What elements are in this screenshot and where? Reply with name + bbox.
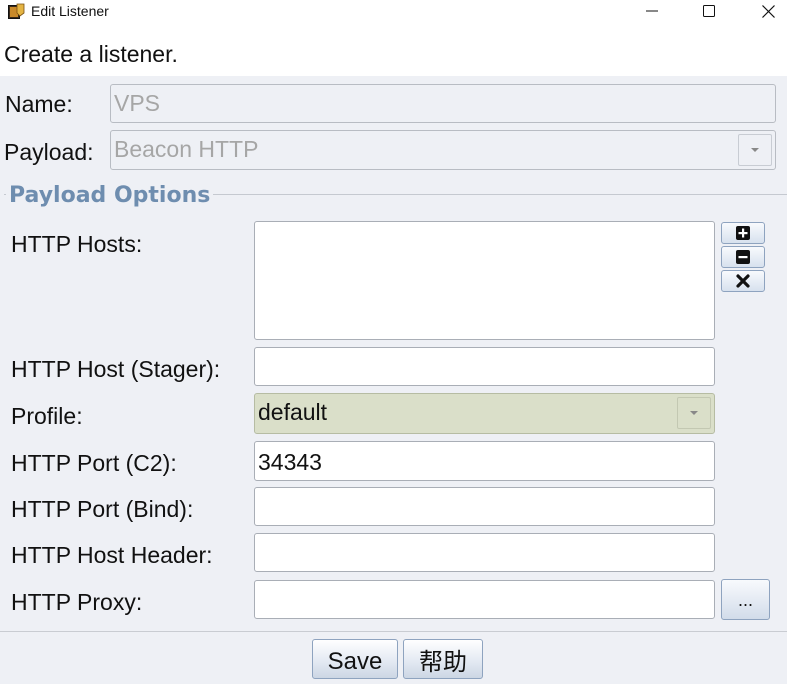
dialog-description: Create a listener. [4,41,178,67]
http-host-stager-field[interactable] [254,347,715,386]
plus-icon [736,226,750,240]
chevron-down-icon [751,148,759,152]
save-button[interactable]: Save [312,639,398,679]
profile-select-value: default [258,399,328,425]
http-host-stager-label: HTTP Host (Stager): [11,356,221,382]
listener-app-icon [8,3,25,20]
http-proxy-label: HTTP Proxy: [11,589,143,615]
x-icon [736,274,750,288]
name-field[interactable]: VPS [110,84,776,123]
close-icon [761,4,775,18]
payload-label: Payload: [4,139,94,165]
close-button[interactable] [738,0,787,22]
footer-divider [0,631,787,632]
http-host-header-field[interactable] [254,533,715,572]
clear-hosts-button[interactable] [721,270,765,292]
http-port-c2-label: HTTP Port (C2): [11,450,177,476]
minimize-button[interactable] [622,0,682,22]
name-label: Name: [5,91,73,117]
minus-icon [736,250,750,264]
profile-dropdown-button[interactable] [677,397,711,429]
http-host-header-label: HTTP Host Header: [11,542,213,568]
proxy-browse-button[interactable]: ... [721,579,770,620]
window-title: Edit Listener [31,3,109,19]
http-port-bind-field[interactable] [254,487,715,526]
profile-select[interactable]: default [254,393,715,434]
payload-dropdown-button[interactable] [738,134,772,166]
http-hosts-label: HTTP Hosts: [11,231,143,257]
profile-label: Profile: [11,403,83,429]
maximize-button[interactable] [679,0,739,22]
payload-select[interactable]: Beacon HTTP [110,130,776,170]
remove-host-button[interactable] [721,246,765,268]
http-proxy-field[interactable] [254,580,715,619]
http-port-c2-field[interactable]: 34343 [254,441,715,481]
http-port-bind-label: HTTP Port (Bind): [11,496,194,522]
payload-options-title: Payload Options [6,182,214,210]
minimize-icon [646,10,658,12]
payload-select-value: Beacon HTTP [114,136,259,162]
http-hosts-list[interactable] [254,221,715,340]
add-host-button[interactable] [721,222,765,244]
maximize-icon [703,5,715,17]
help-button[interactable]: 帮助 [403,639,483,679]
chevron-down-icon [690,411,698,415]
